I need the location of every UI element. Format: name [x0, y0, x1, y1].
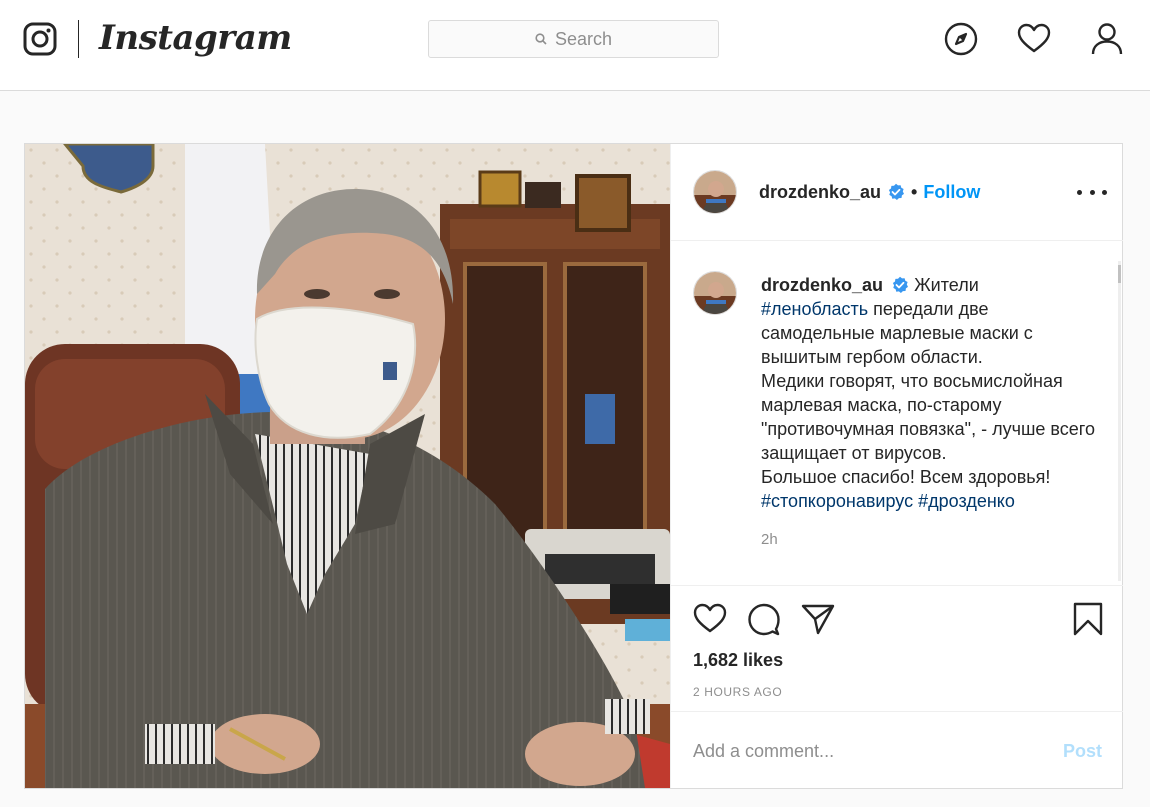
- caption-text-3: Большое спасибо! Всем здоровья!: [761, 467, 1051, 487]
- save-bookmark-icon[interactable]: [1071, 602, 1105, 636]
- hashtag-drozdenko[interactable]: #дрозденко: [918, 491, 1015, 511]
- like-heart-icon[interactable]: [693, 602, 727, 636]
- author-username[interactable]: drozdenko_au: [759, 181, 881, 203]
- activity-heart-icon[interactable]: [1017, 22, 1051, 56]
- verified-badge-icon: [888, 183, 905, 200]
- profile-icon[interactable]: [1090, 22, 1124, 56]
- post-timestamp[interactable]: 2 HOURS AGO: [693, 685, 782, 699]
- more-dot: [1089, 189, 1095, 195]
- more-options-icon[interactable]: [1077, 180, 1107, 204]
- avatar-image: [694, 171, 736, 213]
- explore-compass-icon[interactable]: [944, 22, 978, 56]
- likes-count[interactable]: 1,682 likes: [693, 650, 783, 671]
- more-dot: [1077, 189, 1082, 195]
- post-actions: 1,682 likes 2 HOURS AGO: [671, 586, 1123, 712]
- search-icon: [535, 33, 547, 45]
- post-photo[interactable]: [25, 144, 670, 788]
- instagram-glyph-icon[interactable]: [23, 22, 57, 56]
- post-photo-image: [25, 144, 670, 788]
- caption-scrollbar[interactable]: [1118, 261, 1121, 581]
- more-dot: [1102, 189, 1107, 195]
- comment-bubble-icon[interactable]: [747, 602, 781, 636]
- post-card: drozdenko_au • Follow drozdenko_au Жител…: [24, 143, 1123, 789]
- add-comment-row: Post: [671, 712, 1123, 788]
- verified-badge-icon: [892, 276, 909, 293]
- search-placeholder: Search: [554, 28, 613, 49]
- top-navigation-bar: Instagram Search: [0, 0, 1150, 91]
- caption-username[interactable]: drozdenko_au: [761, 275, 883, 295]
- comment-input[interactable]: [693, 738, 1033, 764]
- separator-dot: •: [911, 182, 918, 202]
- hashtag-lenoblast[interactable]: #ленобласть: [761, 299, 868, 319]
- caption-scroll-area[interactable]: drozdenko_au Жители #ленобласть передали…: [671, 241, 1123, 586]
- caption-line-1: Жители: [914, 275, 979, 295]
- logo-divider: [78, 20, 79, 58]
- instagram-wordmark[interactable]: Instagram: [99, 16, 292, 60]
- avatar-image: [694, 272, 736, 314]
- post-author: drozdenko_au • Follow: [759, 181, 980, 203]
- author-avatar[interactable]: [693, 170, 737, 214]
- follow-button[interactable]: Follow: [923, 181, 980, 203]
- share-send-icon[interactable]: [801, 602, 835, 636]
- hashtag-stopcoronavirus[interactable]: #стопкоронавирус: [761, 491, 913, 511]
- post-caption: drozdenko_au Жители #ленобласть передали…: [761, 273, 1101, 513]
- search-box[interactable]: Search: [428, 20, 719, 58]
- caption-timestamp: 2h: [761, 531, 778, 548]
- post-details-panel: drozdenko_au • Follow drozdenko_au Жител…: [670, 144, 1123, 788]
- caption-text-2: Медики говорят, что восьмислойная марлев…: [761, 371, 1095, 463]
- post-header: drozdenko_au • Follow: [671, 144, 1123, 241]
- post-comment-button[interactable]: Post: [1063, 741, 1102, 762]
- caption-author-avatar[interactable]: [693, 271, 737, 315]
